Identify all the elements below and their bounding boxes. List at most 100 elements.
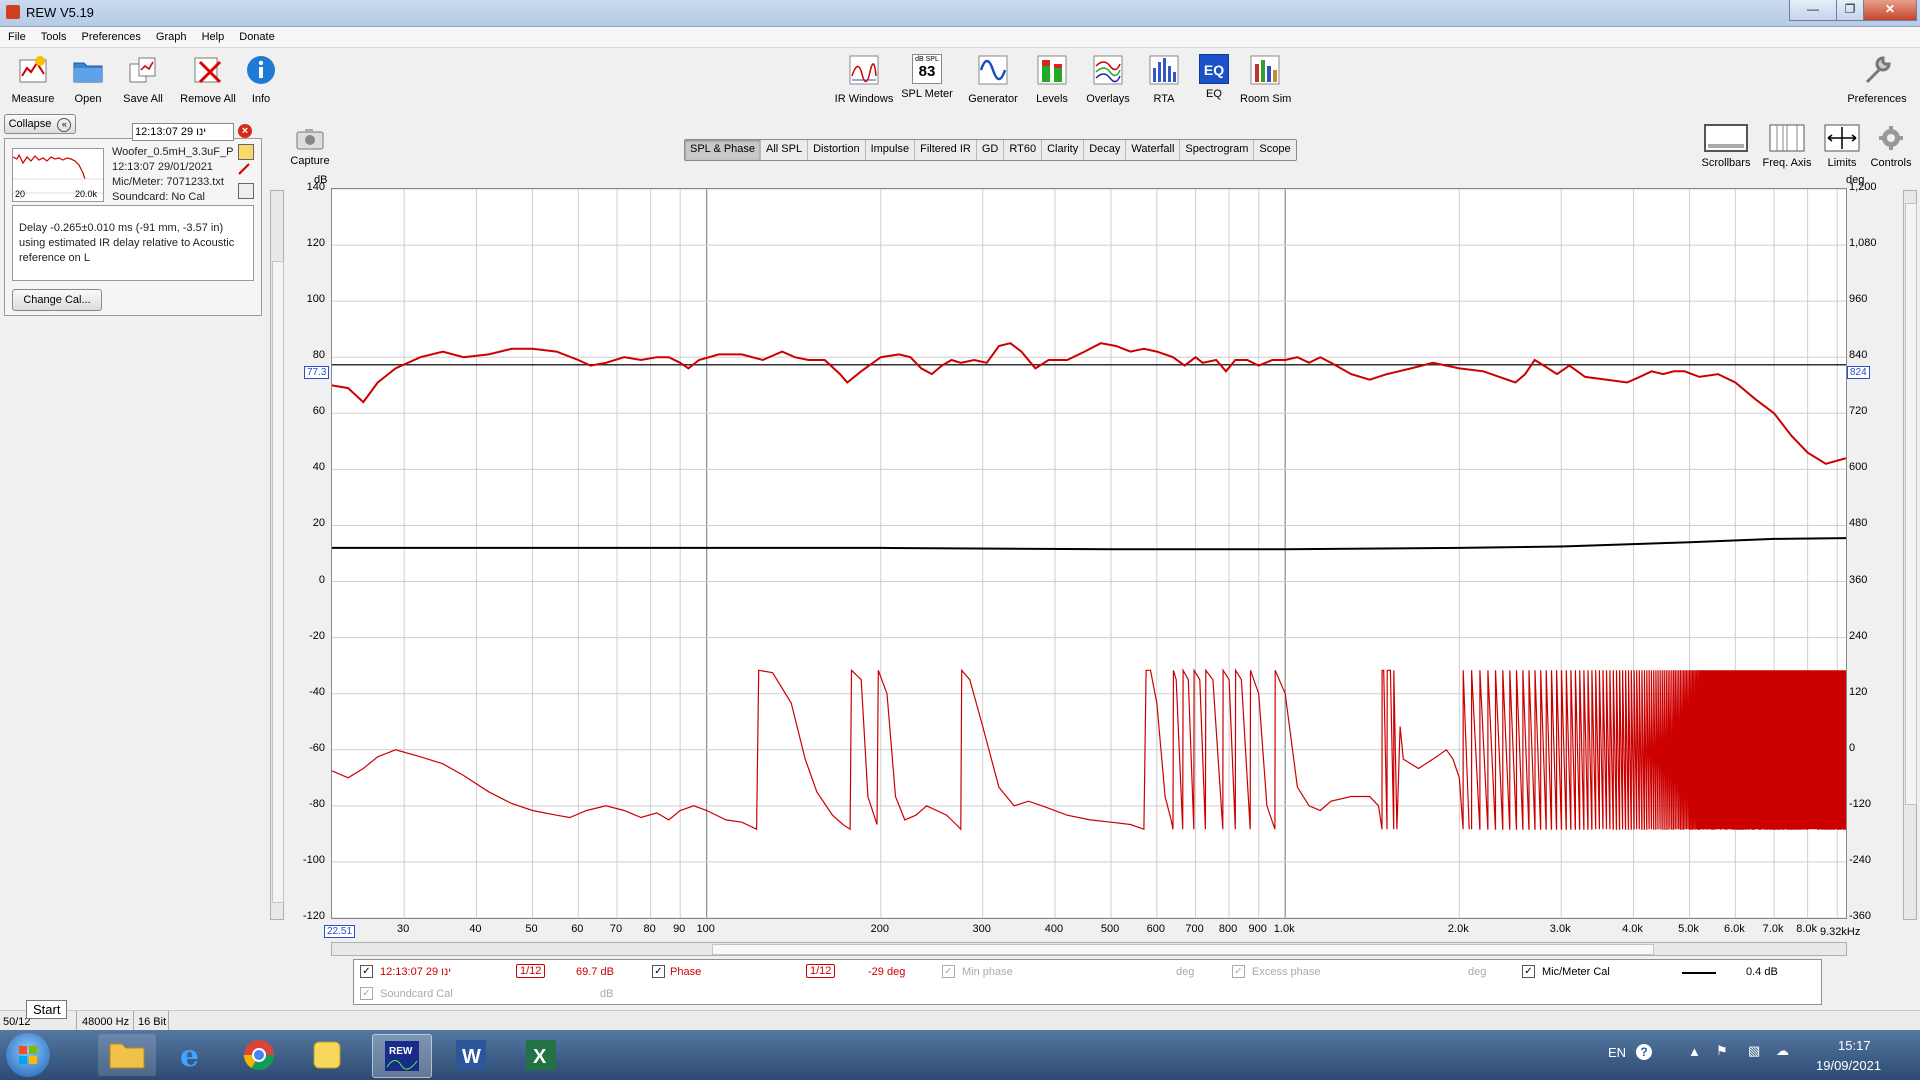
- room-sim-button[interactable]: Room Sim: [1240, 54, 1291, 105]
- frequency-tick-label: 90: [673, 923, 686, 935]
- tab-all-spl[interactable]: All SPL: [761, 140, 809, 160]
- frequency-tick-label: 900: [1248, 923, 1267, 935]
- measurement-name-field[interactable]: [132, 123, 234, 141]
- panel-scrollbar-thumb[interactable]: [272, 261, 284, 903]
- taskbar-internet-explorer[interactable]: e: [164, 1034, 222, 1076]
- action-center-flag-icon[interactable]: ⚑: [1716, 1043, 1728, 1059]
- measurement-thumbnail[interactable]: 20 20.0k: [12, 148, 104, 202]
- controls-button[interactable]: Controls: [1866, 124, 1916, 169]
- window-title: REW V5.19: [26, 5, 94, 20]
- remove-all-button[interactable]: Remove All: [178, 54, 238, 105]
- frequency-tick-label: 1.0k: [1273, 923, 1295, 935]
- rta-button[interactable]: RTA: [1146, 54, 1182, 105]
- cloud-sync-icon[interactable]: ☁: [1776, 1043, 1789, 1059]
- excess-phase-checkbox[interactable]: ✓: [1232, 965, 1245, 978]
- overlays-button[interactable]: Overlays: [1082, 54, 1134, 105]
- limits-button[interactable]: Limits: [1822, 124, 1862, 169]
- tab-waterfall[interactable]: Waterfall: [1126, 140, 1181, 160]
- tab-gd[interactable]: GD: [977, 140, 1005, 160]
- clock-time[interactable]: 15:17: [1838, 1038, 1871, 1053]
- eq-button[interactable]: EQ EQ: [1198, 54, 1230, 100]
- menu-preferences[interactable]: Preferences: [74, 27, 145, 43]
- graph-horizontal-scrollbar-thumb[interactable]: [712, 944, 1654, 955]
- taskbar-rew[interactable]: REW: [372, 1034, 432, 1078]
- mic-cal-label: Mic/Meter Cal: [1542, 966, 1610, 978]
- tab-scope[interactable]: Scope: [1254, 140, 1295, 160]
- tab-clarity[interactable]: Clarity: [1042, 140, 1085, 160]
- trace-checkbox[interactable]: ✓: [360, 965, 373, 978]
- tab-decay[interactable]: Decay: [1084, 140, 1127, 160]
- taskbar-explorer[interactable]: [98, 1034, 156, 1076]
- network-icon[interactable]: ▧: [1748, 1043, 1760, 1059]
- freq-axis-button[interactable]: Freq. Axis: [1760, 124, 1814, 169]
- tab-filtered-ir[interactable]: Filtered IR: [915, 140, 977, 160]
- taskbar-word[interactable]: W: [442, 1034, 500, 1076]
- graph-vertical-scrollbar[interactable]: [1903, 190, 1917, 920]
- change-cal-button[interactable]: Change Cal...: [12, 289, 102, 311]
- graph-horizontal-scrollbar[interactable]: [331, 942, 1847, 956]
- tab-distortion[interactable]: Distortion: [808, 140, 866, 160]
- graph-vertical-scrollbar-thumb[interactable]: [1905, 203, 1917, 805]
- menu-donate[interactable]: Donate: [231, 27, 278, 43]
- mic-cal-checkbox[interactable]: ✓: [1522, 965, 1535, 978]
- spl-meter-button[interactable]: dB SPL 83 SPL Meter: [900, 54, 954, 100]
- save-all-button[interactable]: Save All: [118, 54, 168, 105]
- tab-impulse[interactable]: Impulse: [866, 140, 916, 160]
- overlays-icon: [1093, 55, 1123, 85]
- color-pen-icon[interactable]: [238, 163, 252, 175]
- clock-date[interactable]: 19/09/2021: [1816, 1058, 1881, 1073]
- collapse-button[interactable]: Collapse «: [4, 114, 76, 134]
- min-phase-checkbox[interactable]: ✓: [942, 965, 955, 978]
- scrollbars-icon: [1704, 124, 1748, 152]
- capture-button[interactable]: Capture: [286, 128, 334, 167]
- show-hidden-icons-icon[interactable]: ▲: [1688, 1044, 1701, 1059]
- graph-canvas[interactable]: [331, 188, 1847, 919]
- start-button[interactable]: [6, 1033, 50, 1077]
- close-button[interactable]: ✕: [1863, 0, 1917, 21]
- right-tick-label: -240: [1849, 853, 1872, 866]
- language-indicator[interactable]: EN: [1608, 1045, 1626, 1060]
- phase-smoothing-selector[interactable]: 1/12: [806, 964, 836, 978]
- taskbar-notes[interactable]: [298, 1034, 356, 1076]
- tab-rt60[interactable]: RT60: [1004, 140, 1043, 160]
- menu-graph[interactable]: Graph: [148, 27, 191, 43]
- levels-button[interactable]: Levels: [1032, 54, 1072, 105]
- measurement-notes[interactable]: Delay -0.265±0.010 ms (-91 mm, -3.57 in)…: [12, 205, 254, 281]
- soundcard-cal-checkbox[interactable]: ✓: [360, 987, 373, 1000]
- left-cursor-value: 77.3: [304, 366, 330, 379]
- export-icon[interactable]: [238, 183, 254, 199]
- freq-axis-icon: [1769, 124, 1805, 152]
- right-tick-label: 600: [1849, 461, 1868, 474]
- spl-phase-graph[interactable]: [331, 188, 1847, 919]
- frequency-tick-label: 2.0k: [1447, 923, 1469, 935]
- measure-icon: [19, 56, 47, 83]
- left-tick-label: 0: [318, 573, 325, 586]
- info-button[interactable]: Info: [244, 54, 278, 105]
- help-tray-icon[interactable]: ?: [1636, 1044, 1652, 1060]
- spl-smoothing-selector[interactable]: 1/12: [516, 964, 546, 978]
- generator-button[interactable]: Generator: [966, 54, 1020, 105]
- ir-windows-button[interactable]: IR Windows: [832, 54, 896, 105]
- minimize-button[interactable]: —: [1789, 0, 1837, 21]
- left-tick-label: -80: [309, 797, 325, 810]
- panel-scrollbar[interactable]: [270, 190, 284, 920]
- right-tick-label: 1,200: [1849, 181, 1877, 193]
- taskbar-excel[interactable]: X: [512, 1034, 570, 1076]
- menu-file[interactable]: File: [0, 27, 30, 43]
- maximize-button[interactable]: ❐: [1836, 0, 1864, 21]
- open-button[interactable]: Open: [66, 54, 110, 105]
- tab-spectrogram[interactable]: Spectrogram: [1180, 140, 1255, 160]
- taskbar-chrome[interactable]: [230, 1034, 288, 1076]
- phase-checkbox[interactable]: ✓: [652, 965, 665, 978]
- preferences-button[interactable]: Preferences: [1842, 54, 1912, 105]
- menu-help[interactable]: Help: [194, 27, 229, 43]
- x-start-value: 22.51: [324, 925, 356, 938]
- remove-measurement-icon[interactable]: ×: [238, 124, 252, 138]
- measure-button[interactable]: Measure: [8, 54, 58, 105]
- right-tick-label: 480: [1849, 517, 1868, 530]
- tab-spl-phase[interactable]: SPL & Phase: [685, 140, 762, 160]
- scrollbars-button[interactable]: Scrollbars: [1698, 124, 1754, 169]
- menu-tools[interactable]: Tools: [33, 27, 71, 43]
- right-tick-label: 1,080: [1849, 237, 1877, 250]
- edit-notes-icon[interactable]: [238, 144, 254, 160]
